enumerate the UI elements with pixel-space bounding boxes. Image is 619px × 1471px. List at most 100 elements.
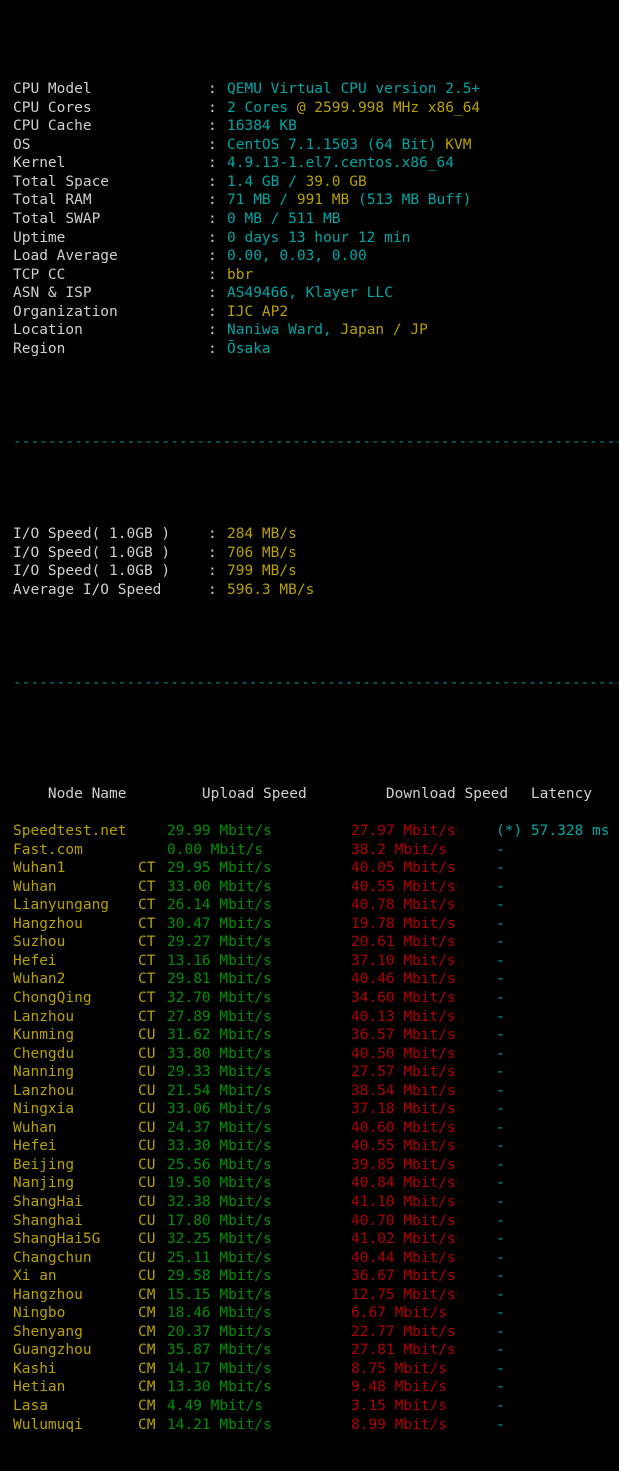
sysinfo-value-primary: 0.00, 0.03, 0.00 (227, 248, 367, 265)
cell-upload-speed: 32.25 Mbit/s (167, 1231, 272, 1248)
cell-node-name: Nanjing (13, 1175, 75, 1192)
cell-latency: - (496, 1027, 505, 1044)
cell-download-speed: 36.57 Mbit/s (351, 1027, 456, 1044)
cell-download-speed: 37.10 Mbit/s (351, 952, 456, 969)
cell-download-speed: 40.50 Mbit/s (351, 1045, 456, 1062)
table-row: Wulumuqi CM 14.21 Mbit/s 8.99 Mbit/s - (13, 1416, 619, 1435)
cell-isp: CM (138, 1286, 156, 1303)
sysinfo-label: Total Space (13, 173, 110, 190)
cell-latency: - (496, 1416, 505, 1433)
cell-node-name: Wuhan2 (13, 971, 66, 988)
cell-upload-speed: 25.56 Mbit/s (167, 1156, 272, 1173)
table-row: Kunming CU 31.62 Mbit/s 36.57 Mbit/s - (13, 1026, 619, 1045)
cell-latency: - (496, 841, 505, 858)
sysinfo-row: OS: CentOS 7.1.1503 (64 Bit) KVM (13, 136, 619, 155)
cell-isp: CU (138, 1175, 156, 1192)
sysinfo-label: Load Average (13, 248, 118, 265)
sysinfo-colon: : (208, 340, 217, 357)
table-row: Shanghai CU 17.80 Mbit/s 40.70 Mbit/s - (13, 1212, 619, 1231)
cell-download-speed: 40.78 Mbit/s (351, 897, 456, 914)
sysinfo-row: CPU Cache:16384 KB (13, 117, 619, 136)
sysinfo-row: TCP CC: bbr (13, 266, 619, 285)
cell-latency: - (496, 1342, 505, 1359)
table-row: Hefei CU 33.30 Mbit/s 40.55 Mbit/s - (13, 1137, 619, 1156)
table-row: Hefei CT 13.16 Mbit/s 37.10 Mbit/s - (13, 952, 619, 971)
cell-latency: (*) 57.328 ms (496, 823, 610, 840)
cell-isp: CU (138, 1045, 156, 1062)
cell-upload-speed: 20.37 Mbit/s (167, 1323, 272, 1340)
table-row: Lanzhou CU 21.54 Mbit/s 38.54 Mbit/s - (13, 1082, 619, 1101)
cell-upload-speed: 29.58 Mbit/s (167, 1268, 272, 1285)
cell-node-name: Beijing (13, 1156, 75, 1173)
cell-upload-speed: 19.50 Mbit/s (167, 1175, 272, 1192)
table-row: Ningxia CU 33.06 Mbit/s 37.18 Mbit/s - (13, 1100, 619, 1119)
cell-upload-speed: 4.49 Mbit/s (167, 1398, 264, 1415)
sysinfo-row: CPU Cores:2 Cores @ 2599.998 MHz x86_64 (13, 99, 619, 118)
sysinfo-value-secondary: IJC AP2 (227, 303, 289, 320)
cell-isp: CU (138, 1249, 156, 1266)
io-speed-section: I/O Speed( 1.0GB ):284 MB/s I/O Speed( 1.… (13, 525, 619, 599)
cell-upload-speed: 18.46 Mbit/s (167, 1305, 272, 1322)
sysinfo-label: Kernel (13, 155, 66, 172)
cell-isp: CM (138, 1379, 156, 1396)
io-speed-value: 706 MB/s (227, 544, 297, 561)
sysinfo-colon: : (208, 81, 217, 98)
sysinfo-label: CPU Model (13, 81, 92, 98)
cell-latency: - (496, 1286, 505, 1303)
cell-node-name: Hefei (13, 952, 57, 969)
cell-latency: - (496, 915, 505, 932)
table-row: ShangHai5G CU 32.25 Mbit/s 41.02 Mbit/s - (13, 1230, 619, 1249)
cell-node-name: Lasa (13, 1398, 48, 1415)
cell-latency: - (496, 934, 505, 951)
sysinfo-label: ASN & ISP (13, 285, 92, 302)
cell-node-name: Shenyang (13, 1323, 83, 1340)
cell-isp: CM (138, 1360, 156, 1377)
cell-download-speed: 39.85 Mbit/s (351, 1156, 456, 1173)
cell-upload-speed: 24.37 Mbit/s (167, 1119, 272, 1136)
io-speed-colon: : (208, 581, 217, 598)
sysinfo-value-primary: 0 days 13 hour 12 min (227, 229, 411, 246)
cell-node-name: Fast.com (13, 841, 83, 858)
table-row: Beijing CU 25.56 Mbit/s 39.85 Mbit/s - (13, 1156, 619, 1175)
sysinfo-label: OS (13, 136, 31, 153)
cell-upload-speed: 0.00 Mbit/s (167, 841, 264, 858)
cell-upload-speed: 32.70 Mbit/s (167, 989, 272, 1006)
cell-node-name: Wuhan (13, 878, 57, 895)
sysinfo-colon: : (208, 173, 217, 190)
table-row: Hangzhou CM 15.15 Mbit/s 12.75 Mbit/s - (13, 1286, 619, 1305)
cell-isp: CT (138, 915, 156, 932)
cell-latency: - (496, 1156, 505, 1173)
sysinfo-colon: : (208, 266, 217, 283)
cell-node-name: Wuhan (13, 1119, 57, 1136)
sysinfo-colon: : (208, 136, 217, 153)
cell-node-name: Shanghai (13, 1212, 83, 1229)
cell-node-name: Lianyungang (13, 897, 110, 914)
sysinfo-label: Location (13, 322, 83, 339)
cell-latency: - (496, 1194, 505, 1210)
cell-isp: CU (138, 1194, 156, 1210)
sysinfo-value-primary: Naniwa Ward, (227, 322, 341, 339)
sysinfo-label: Region (13, 340, 66, 357)
separator-line-1: ----------------------------------------… (13, 433, 619, 450)
cell-isp: CU (138, 1027, 156, 1044)
cell-download-speed: 27.97 Mbit/s (351, 823, 456, 840)
io-speed-row: I/O Speed( 1.0GB ):799 MB/s (13, 562, 619, 581)
cell-node-name: Suzhou (13, 934, 66, 951)
cell-isp: CU (138, 1119, 156, 1136)
sysinfo-colon: : (208, 229, 217, 246)
io-speed-row: I/O Speed( 1.0GB ):706 MB/s (13, 544, 619, 563)
cell-upload-speed: 29.27 Mbit/s (167, 934, 272, 951)
cell-download-speed: 27.81 Mbit/s (351, 1342, 456, 1359)
io-speed-value: 284 MB/s (227, 526, 297, 543)
table-row: Hetian CM 13.30 Mbit/s 9.48 Mbit/s - (13, 1378, 619, 1397)
cell-latency: - (496, 1082, 505, 1099)
sysinfo-colon: : (208, 285, 217, 302)
cell-download-speed: 41.10 Mbit/s (351, 1194, 456, 1210)
cell-isp: CU (138, 1101, 156, 1118)
cell-latency: - (496, 1231, 505, 1248)
cell-node-name: Hetian (13, 1379, 66, 1396)
cell-node-name: ShangHai5G (13, 1231, 101, 1248)
cell-isp: CT (138, 897, 156, 914)
cell-download-speed: 40.55 Mbit/s (351, 878, 456, 895)
sysinfo-value-secondary: KVM (445, 136, 472, 153)
